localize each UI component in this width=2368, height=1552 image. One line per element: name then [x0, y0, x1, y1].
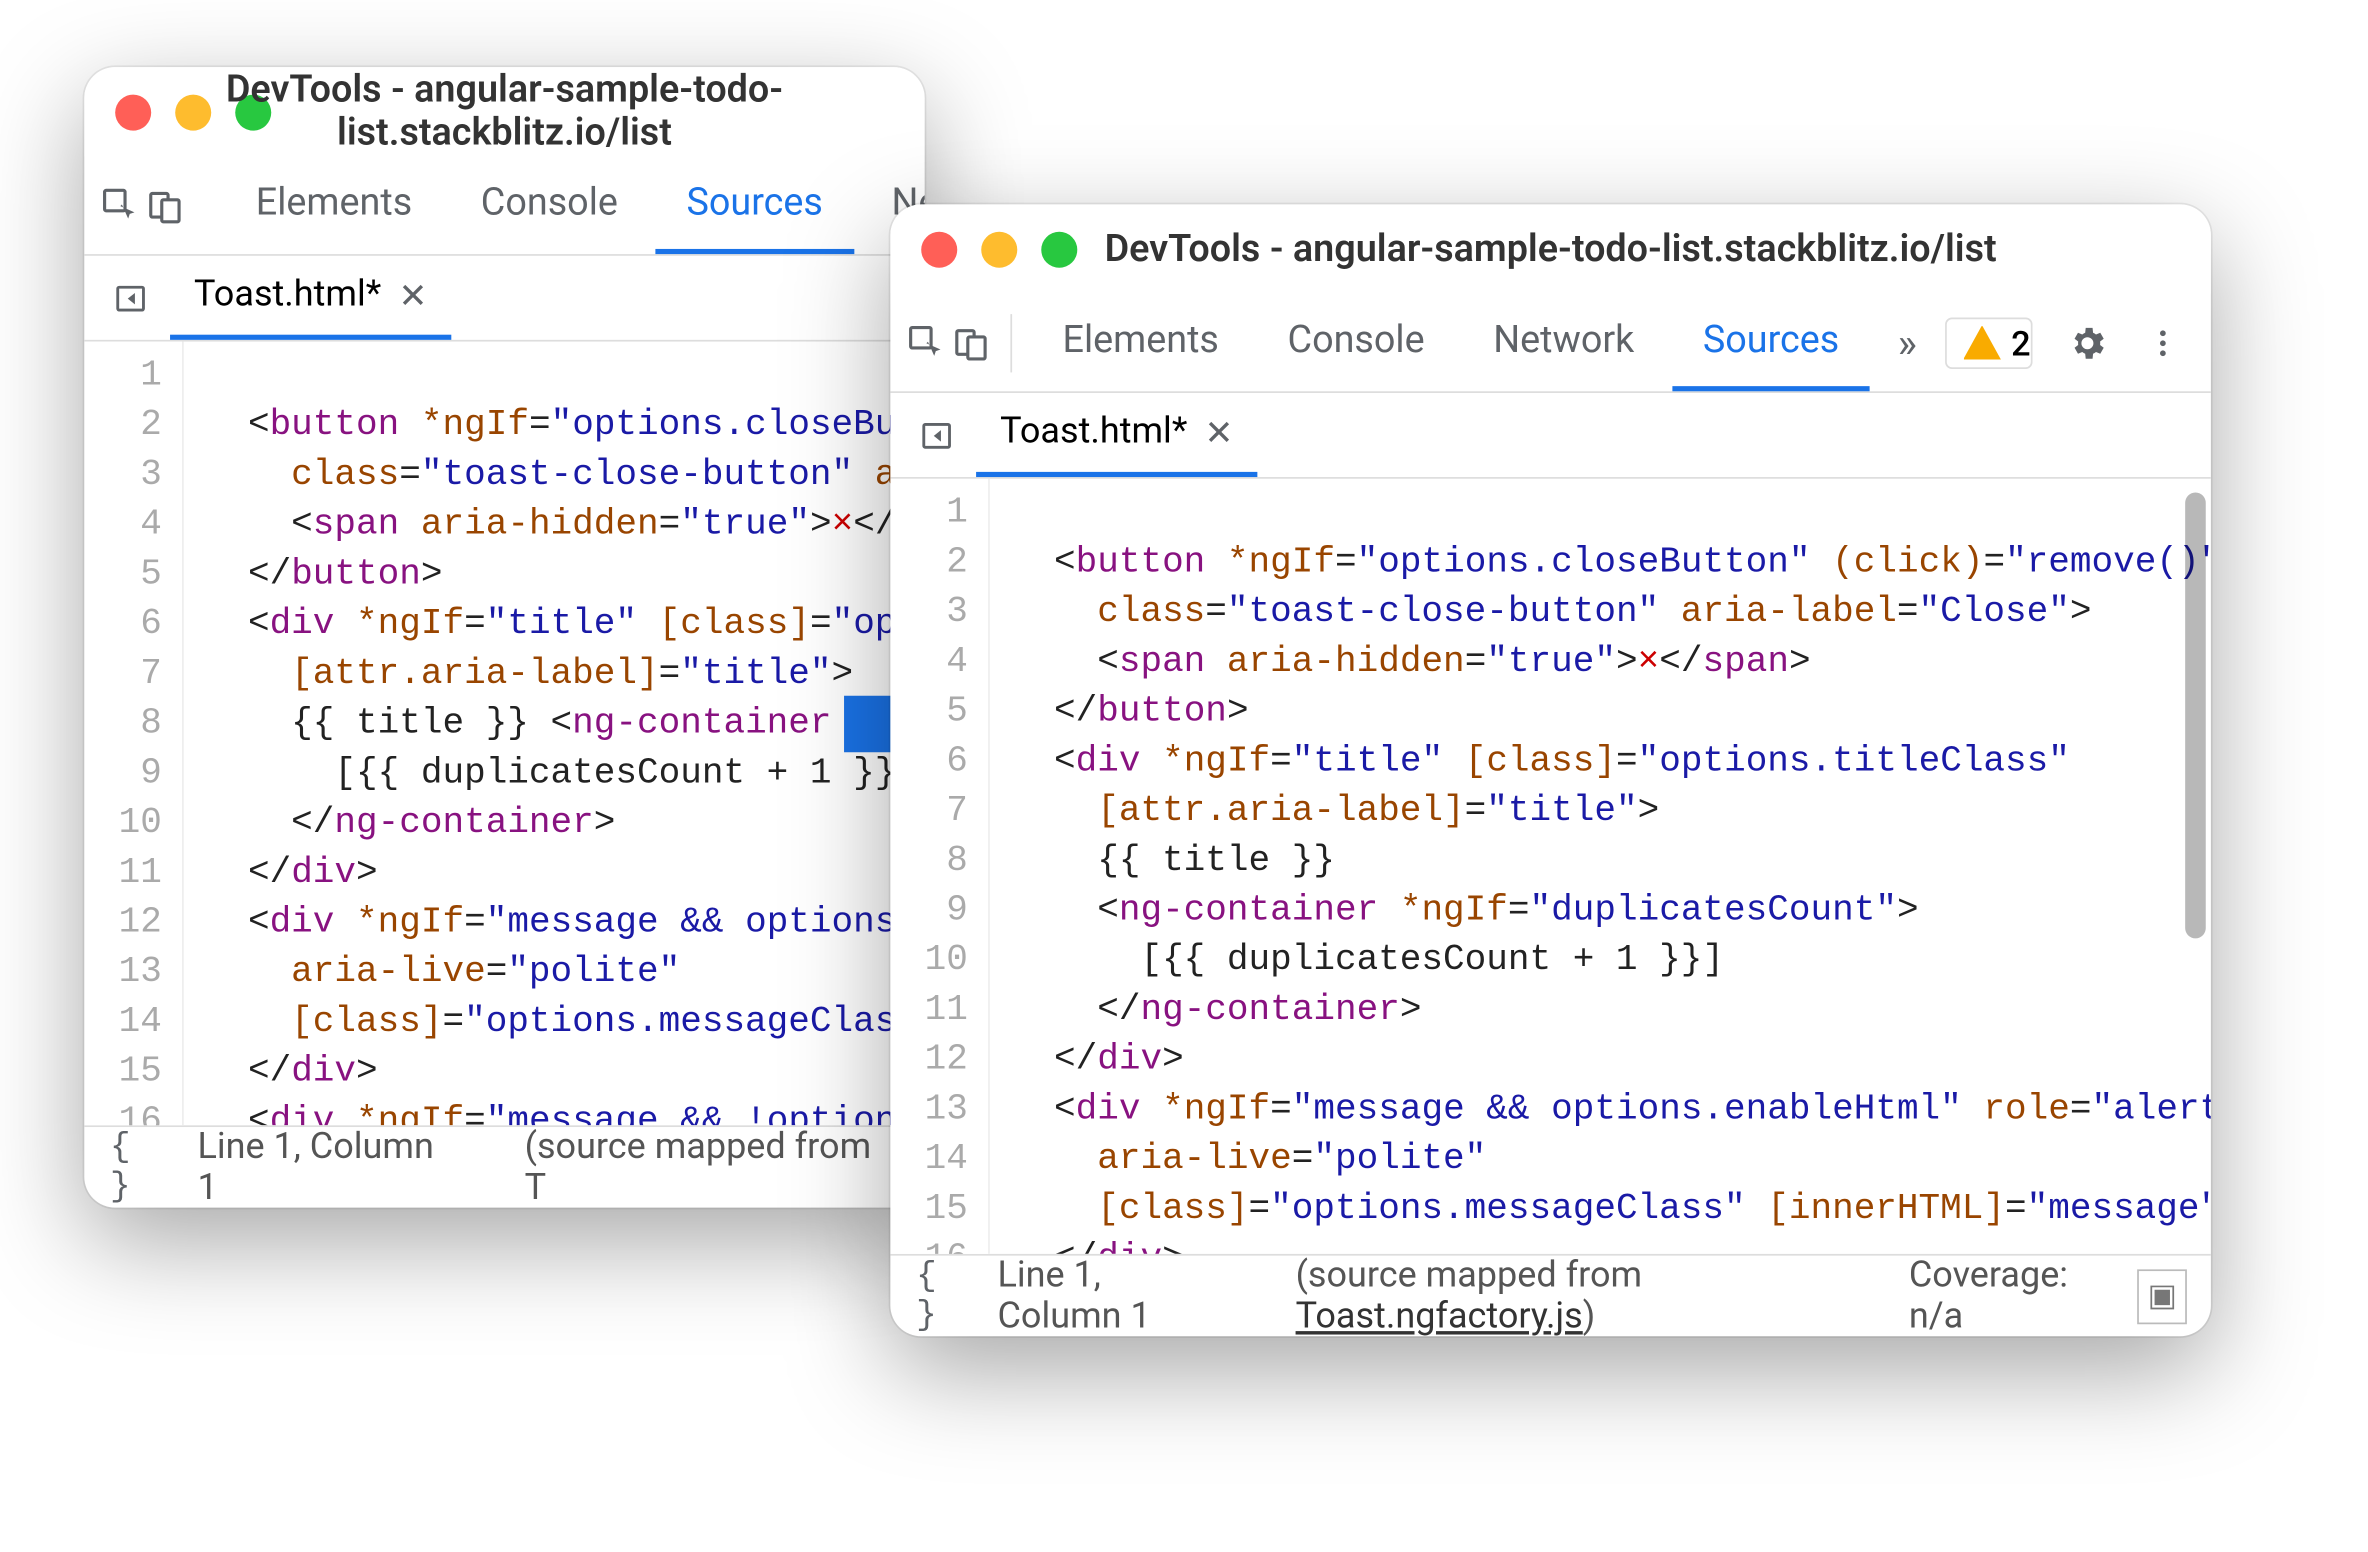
file-tab[interactable]: Toast.html* ✕: [976, 394, 1257, 476]
show-navigator-icon[interactable]: [101, 264, 159, 333]
cursor-position: Line 1, Column 1: [197, 1126, 462, 1207]
file-tab-label: Toast.html*: [1000, 412, 1187, 453]
inspect-icon[interactable]: [101, 171, 139, 240]
code-editor[interactable]: 1234567891011121314151617181920212223242…: [890, 479, 2211, 1254]
sources-subtoolbar: Toast.html* ✕: [890, 393, 2211, 479]
tab-console[interactable]: Console: [1257, 294, 1456, 390]
main-toolbar: Elements Console Network Sources » 27 ❚1: [890, 294, 2211, 393]
close-icon[interactable]: ✕: [398, 275, 427, 316]
sources-subtoolbar: Toast.html* ✕: [84, 256, 924, 342]
more-tabs-icon[interactable]: »: [1877, 318, 1937, 366]
panel-tabs: Elements Console Sources Network: [225, 157, 925, 253]
device-toggle-icon[interactable]: [952, 308, 990, 377]
file-tab[interactable]: Toast.html* ✕: [170, 257, 451, 339]
code-content[interactable]: <button *ngIf="options.closeButton" (cli…: [184, 342, 925, 1126]
show-navigator-icon[interactable]: [908, 401, 966, 470]
cursor-position: Line 1, Column 1: [997, 1255, 1233, 1336]
code-editor[interactable]: 123456789101112131415161718192021222324 …: [84, 342, 924, 1126]
code-content[interactable]: <button *ngIf="options.closeButton" (cli…: [990, 479, 2211, 1254]
statusbar: { } Line 1, Column 1 (source mapped from…: [84, 1125, 924, 1207]
kebab-icon[interactable]: [2132, 312, 2194, 374]
tab-network[interactable]: Network: [1462, 294, 1665, 390]
line-gutter: 123456789101112131415161718192021222324: [84, 342, 184, 1126]
minimize-icon[interactable]: [981, 231, 1017, 267]
tab-console[interactable]: Console: [450, 157, 649, 253]
pretty-print-icon[interactable]: { }: [108, 1138, 166, 1196]
scrollbar-thumb[interactable]: [2185, 492, 2206, 938]
source-map-info: (source mapped from T: [525, 1126, 901, 1207]
tab-sources[interactable]: Sources: [1672, 294, 1870, 390]
source-map-info: (source mapped from Toast.ngfactory.js): [1296, 1255, 1878, 1336]
titlebar: DevTools - angular-sample-todo-list.stac…: [84, 67, 924, 156]
issue-badges[interactable]: 27 ❚1: [1944, 317, 2032, 368]
close-icon[interactable]: [115, 94, 151, 130]
maximize-icon[interactable]: [1041, 231, 1077, 267]
maximize-icon[interactable]: [235, 94, 271, 130]
source-map-link[interactable]: Toast.ngfactory.js: [1296, 1296, 1583, 1336]
panel-tabs: Elements Console Network Sources: [1032, 294, 1870, 390]
collapse-bottom-icon[interactable]: ▣: [2138, 1269, 2187, 1324]
inspect-icon[interactable]: [908, 308, 946, 377]
line-gutter: 1234567891011121314151617181920212223242…: [890, 479, 990, 1254]
tab-elements[interactable]: Elements: [225, 157, 443, 253]
file-tab-label: Toast.html*: [194, 275, 381, 316]
statusbar: { } Line 1, Column 1 (source mapped from…: [890, 1254, 2211, 1336]
minimize-icon[interactable]: [175, 94, 211, 130]
tab-elements[interactable]: Elements: [1032, 294, 1250, 390]
gear-icon[interactable]: [2057, 312, 2119, 374]
close-icon[interactable]: ✕: [1204, 412, 1233, 453]
devtools-window-right: DevTools - angular-sample-todo-list.stac…: [890, 204, 2211, 1336]
pretty-print-icon[interactable]: { }: [914, 1267, 966, 1325]
close-icon[interactable]: [921, 231, 957, 267]
titlebar: DevTools - angular-sample-todo-list.stac…: [890, 204, 2211, 293]
tab-sources[interactable]: Sources: [656, 157, 854, 253]
window-title: DevTools - angular-sample-todo-list.stac…: [890, 228, 2211, 271]
main-toolbar: Elements Console Sources Network » 61 ❚7: [84, 156, 924, 255]
coverage-info: Coverage: n/a: [1909, 1255, 2107, 1336]
device-toggle-icon[interactable]: [146, 171, 184, 240]
warning-icon: [1963, 325, 2001, 359]
devtools-window-left: DevTools - angular-sample-todo-list.stac…: [84, 67, 924, 1207]
